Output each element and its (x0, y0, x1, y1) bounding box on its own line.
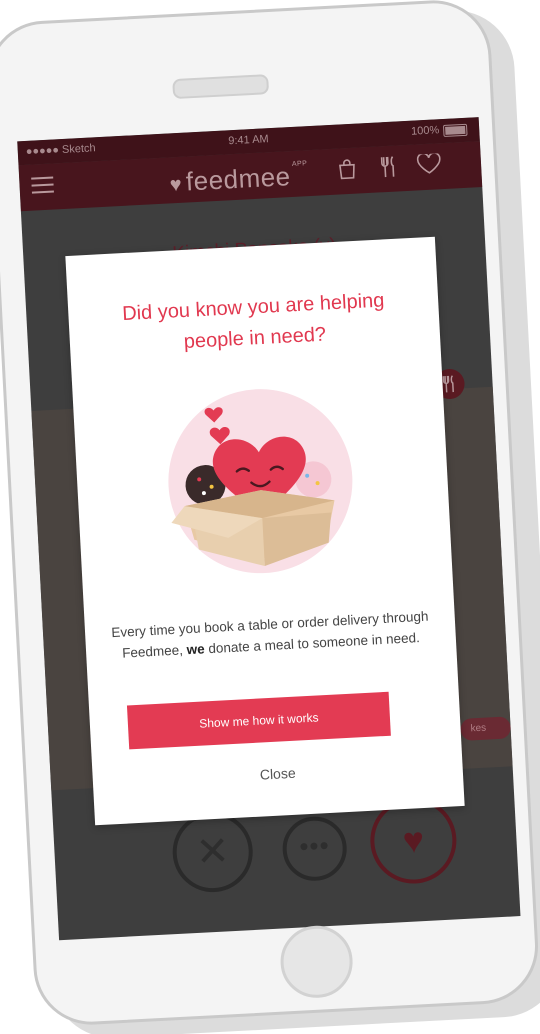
modal-body-text: Every time you book a table or order del… (111, 606, 431, 665)
home-button (278, 923, 355, 1000)
brand-heart-icon: ♥ (169, 173, 183, 197)
heart-in-box-illustration (168, 389, 353, 574)
body-text-end: donate a meal to someone in need. (204, 630, 421, 657)
shopping-bag-icon[interactable] (337, 158, 358, 187)
donation-info-modal: Did you know you are helping people in n… (65, 236, 465, 826)
modal-title: Did you know you are helping people in n… (121, 289, 385, 353)
heart-outline-icon[interactable] (416, 152, 441, 180)
brand-logo: ♥feedmeeAPP (169, 160, 309, 198)
stage: ●●●●● Sketch 9:41 AM 100% ♥feedmeeAPP ke… (0, 0, 540, 1034)
fork-knife-icon[interactable] (380, 155, 398, 184)
dish-tag[interactable]: kes (460, 716, 512, 741)
dismiss-button[interactable]: ✕ (170, 810, 255, 895)
close-button[interactable]: Close (93, 756, 463, 791)
show-how-it-works-button[interactable]: Show me how it works (126, 691, 391, 750)
more-options-button[interactable]: ••• (281, 815, 349, 883)
battery-label: 100% (410, 124, 440, 138)
brand-name: feedmee (185, 161, 292, 197)
phone-speaker (172, 74, 270, 100)
battery-icon (442, 123, 468, 138)
body-text-bold: we (186, 641, 206, 658)
hamburger-menu-icon[interactable] (31, 176, 54, 194)
brand-app-label: APP (291, 160, 308, 168)
